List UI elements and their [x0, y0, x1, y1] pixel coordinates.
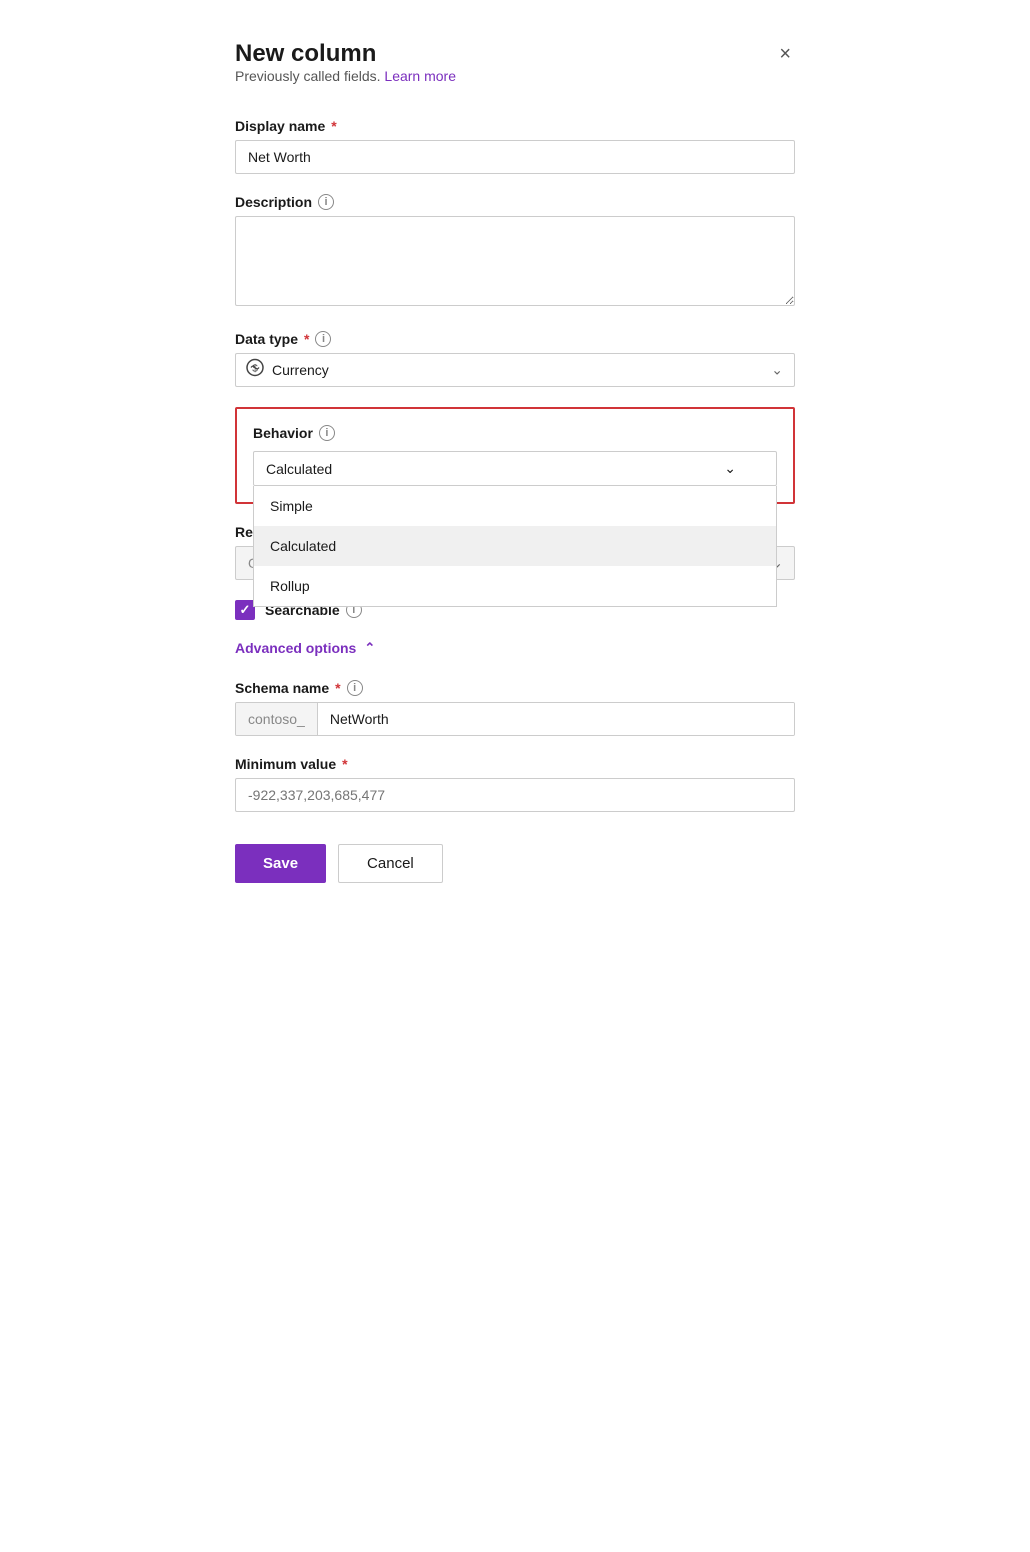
behavior-label: Behavior i	[253, 425, 777, 441]
data-type-info-icon: i	[315, 331, 331, 347]
schema-prefix: contoso_	[236, 703, 318, 735]
panel-subtitle: Previously called fields. Learn more	[235, 68, 456, 84]
minimum-value-required-star: *	[342, 756, 347, 772]
data-type-group: Data type * i $ Currency Text Number Dat…	[235, 331, 795, 387]
description-info-icon: i	[318, 194, 334, 210]
data-type-select-wrapper: $ Currency Text Number Date ⌄	[235, 353, 795, 387]
cancel-button[interactable]: Cancel	[338, 844, 443, 883]
minimum-value-label: Minimum value *	[235, 756, 795, 772]
behavior-dropdown-selected[interactable]: Calculated ⌄	[253, 451, 777, 486]
display-name-group: Display name *	[235, 118, 795, 174]
display-name-label: Display name *	[235, 118, 795, 134]
schema-name-group: Schema name * i contoso_	[235, 680, 795, 736]
display-name-input[interactable]	[235, 140, 795, 174]
currency-icon: $	[245, 358, 265, 383]
behavior-dropdown-wrapper: Calculated ⌄ Simple Calculated Rollup	[253, 451, 777, 486]
behavior-option-calculated[interactable]: Calculated	[254, 526, 776, 566]
save-button[interactable]: Save	[235, 844, 326, 883]
new-column-panel: New column Previously called fields. Lea…	[235, 40, 795, 1512]
behavior-section: Behavior i Calculated ⌄ Simple Calculate…	[235, 407, 795, 504]
learn-more-link[interactable]: Learn more	[384, 68, 456, 84]
schema-input-group: contoso_	[235, 702, 795, 736]
schema-name-input[interactable]	[318, 703, 794, 735]
footer-buttons: Save Cancel	[235, 844, 795, 883]
description-label: Description i	[235, 194, 795, 210]
advanced-options-chevron-icon: ⌃	[364, 640, 375, 656]
panel-title: New column	[235, 40, 456, 68]
panel-title-group: New column Previously called fields. Lea…	[235, 40, 456, 112]
schema-name-label: Schema name * i	[235, 680, 795, 696]
behavior-info-icon: i	[319, 425, 335, 441]
close-button[interactable]: ×	[775, 40, 795, 68]
data-type-required-star: *	[304, 331, 309, 347]
required-star: *	[331, 118, 336, 134]
behavior-dropdown-list: Simple Calculated Rollup	[253, 486, 777, 607]
panel-header: New column Previously called fields. Lea…	[235, 40, 795, 112]
data-type-label: Data type * i	[235, 331, 795, 347]
schema-name-required-star: *	[335, 680, 340, 696]
advanced-options-toggle[interactable]: Advanced options ⌃	[235, 640, 795, 656]
minimum-value-input[interactable]	[235, 778, 795, 812]
checkmark-icon: ✓	[240, 602, 251, 618]
behavior-option-rollup[interactable]: Rollup	[254, 566, 776, 606]
behavior-chevron-icon: ⌄	[724, 460, 736, 477]
searchable-checkbox[interactable]: ✓	[235, 600, 255, 620]
schema-name-info-icon: i	[347, 680, 363, 696]
minimum-value-group: Minimum value *	[235, 756, 795, 812]
description-input[interactable]	[235, 216, 795, 306]
behavior-option-simple[interactable]: Simple	[254, 486, 776, 526]
data-type-select[interactable]: Currency Text Number Date	[235, 353, 795, 387]
description-group: Description i	[235, 194, 795, 311]
